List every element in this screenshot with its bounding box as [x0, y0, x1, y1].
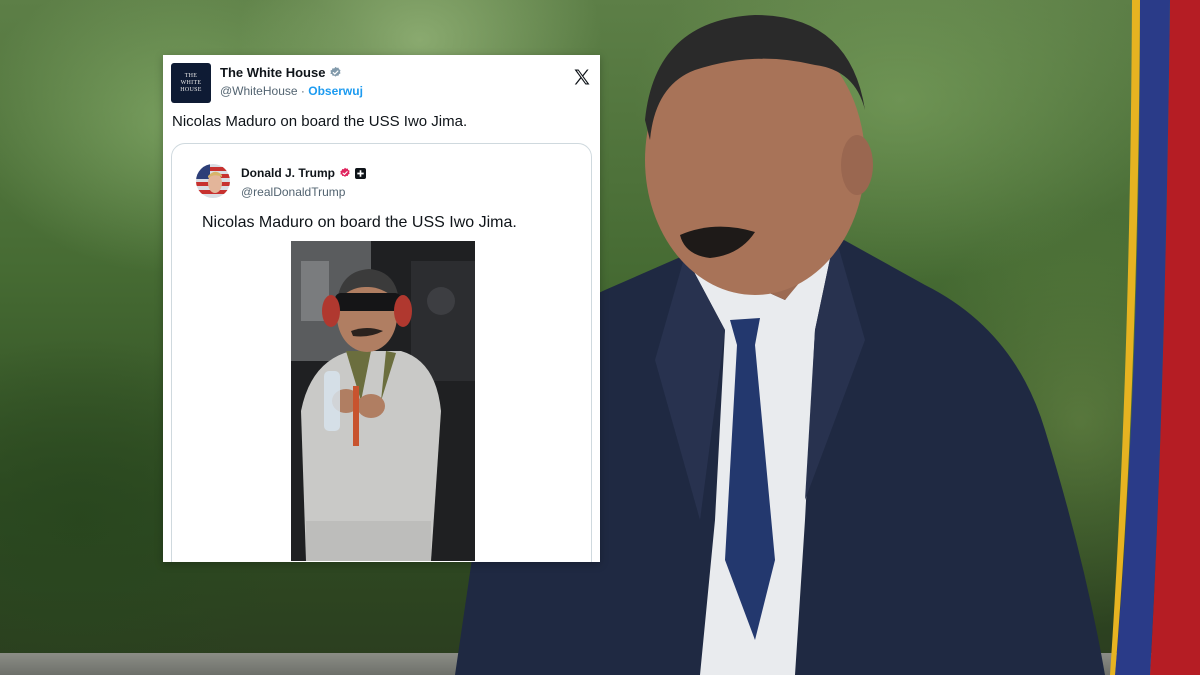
- quoted-author-name[interactable]: Donald J. Trump: [241, 166, 335, 180]
- plus-badge-icon: [355, 167, 367, 179]
- x-logo-icon[interactable]: [572, 67, 592, 87]
- quoted-tweet-photo[interactable]: [291, 241, 475, 561]
- quoted-author-block: Donald J. Trump @realDonaldTrump: [241, 166, 367, 199]
- verified-badge-icon: [340, 167, 350, 177]
- quoted-tweet[interactable]: Donald J. Trump @realDonaldTrump Nicolas…: [171, 143, 592, 562]
- embedded-tweet-card: THE WHITE HOUSE The White House @WhiteHo…: [163, 55, 600, 562]
- tweet-text: Nicolas Maduro on board the USS Iwo Jima…: [172, 113, 468, 130]
- tweet-header: THE WHITE HOUSE The White House @WhiteHo…: [171, 63, 592, 103]
- avatar-text-line: HOUSE: [180, 86, 202, 93]
- author-name-row: The White House: [220, 65, 363, 80]
- venezuela-flag: [1110, 0, 1200, 675]
- handle-separator: ·: [300, 84, 305, 98]
- follow-button[interactable]: Obserwuj: [308, 84, 363, 98]
- avatar-text-line: WHITE: [180, 79, 202, 86]
- handle-row: @WhiteHouse · Obserwuj: [220, 84, 363, 98]
- quoted-tweet-text: Nicolas Maduro on board the USS Iwo Jima…: [202, 214, 517, 231]
- author-handle[interactable]: @WhiteHouse: [220, 84, 298, 98]
- author-block: The White House @WhiteHouse · Obserwuj: [220, 65, 363, 98]
- trump-avatar[interactable]: [196, 164, 230, 198]
- avatar-text-line: THE: [184, 72, 198, 79]
- quoted-author-handle[interactable]: @realDonaldTrump: [241, 185, 366, 199]
- quoted-name-row: Donald J. Trump: [241, 166, 367, 180]
- author-name[interactable]: The White House: [220, 65, 325, 80]
- white-house-avatar[interactable]: THE WHITE HOUSE: [171, 63, 211, 103]
- verified-badge-grey-icon: [330, 66, 341, 77]
